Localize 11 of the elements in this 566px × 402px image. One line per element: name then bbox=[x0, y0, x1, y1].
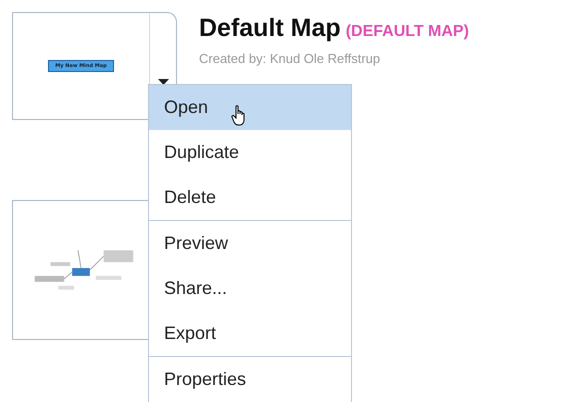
menu-item[interactable]: Preview bbox=[149, 221, 351, 266]
creator-text: Created by: Knud Ole Reffstrup bbox=[199, 51, 382, 66]
menu-item[interactable]: Delete bbox=[149, 175, 351, 220]
hand-cursor-icon bbox=[231, 105, 244, 126]
map-title: Default Map bbox=[199, 14, 341, 42]
menu-item[interactable]: Open bbox=[149, 85, 351, 130]
menu-item[interactable]: Duplicate bbox=[149, 130, 351, 175]
menu-item[interactable]: Properties bbox=[149, 357, 351, 402]
default-tag: (DEFAULT MAP) bbox=[346, 23, 469, 40]
menu-item[interactable]: Export bbox=[149, 311, 351, 356]
menu-item[interactable]: Share... bbox=[149, 266, 351, 311]
